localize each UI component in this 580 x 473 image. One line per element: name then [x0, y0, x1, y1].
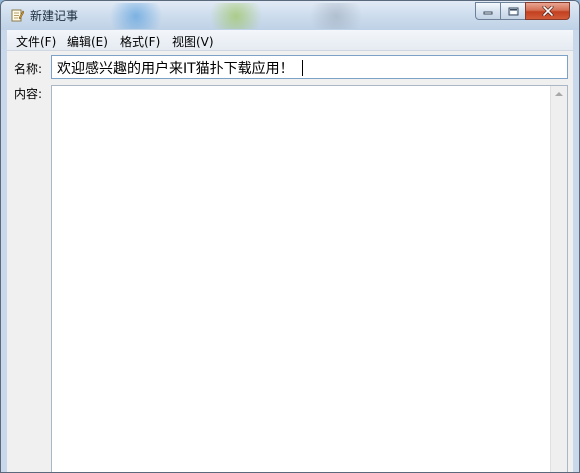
- menu-edit[interactable]: 编辑(E): [67, 33, 108, 50]
- menu-file[interactable]: 文件(F): [16, 33, 56, 50]
- scroll-up-arrow-icon[interactable]: [555, 92, 563, 96]
- text-caret: [301, 59, 303, 76]
- window-title: 新建记事: [30, 9, 79, 23]
- menu-view[interactable]: 视图(V): [172, 33, 214, 50]
- name-label: 名称:: [14, 62, 43, 76]
- close-button[interactable]: [525, 2, 570, 20]
- client-area: 名称: 欢迎感兴趣的用户来IT猫扑下载应用！ 内容:: [7, 51, 573, 472]
- title-bar[interactable]: 新建记事: [1, 1, 579, 30]
- close-icon: [542, 6, 553, 16]
- background-taskbar-glow: [301, 3, 371, 29]
- menu-bar: 文件(F) 编辑(E) 格式(F) 视图(V): [7, 30, 573, 51]
- content-textarea[interactable]: [51, 85, 568, 472]
- vertical-scrollbar[interactable]: [550, 86, 567, 472]
- background-taskbar-glow: [201, 3, 271, 29]
- maximize-button[interactable]: [500, 2, 526, 20]
- name-input-value: 欢迎感兴趣的用户来IT猫扑下载应用！: [57, 60, 294, 77]
- background-taskbar-glow: [101, 3, 171, 29]
- name-input[interactable]: 欢迎感兴趣的用户来IT猫扑下载应用！: [51, 55, 568, 79]
- maximize-icon: [508, 7, 518, 15]
- content-label: 内容:: [14, 87, 43, 101]
- notepad-icon: [11, 9, 24, 22]
- menu-format[interactable]: 格式(F): [120, 33, 160, 50]
- notepad-window: 新建记事 文件(F) 编辑(E) 格式(F) 视图(V) 名称: 欢迎感兴趣的用…: [0, 0, 580, 473]
- minimize-icon: [483, 11, 493, 15]
- minimize-button[interactable]: [475, 2, 501, 20]
